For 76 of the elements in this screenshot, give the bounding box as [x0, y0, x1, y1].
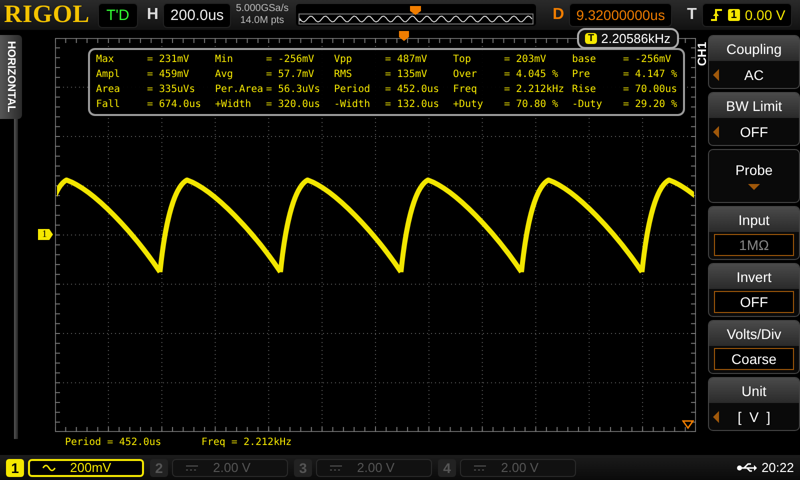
- timebase-value: 200.0us: [163, 2, 231, 28]
- horizontal-label: H: [146, 6, 158, 24]
- measurement-value: = 70.00us: [623, 83, 678, 97]
- menu-value: OFF: [714, 291, 794, 313]
- channel-tab[interactable]: CH1: [695, 42, 709, 66]
- measurement-value: = -256mV: [266, 53, 316, 67]
- measurement-name: +Width: [215, 98, 252, 112]
- measurement-name: Fall: [96, 98, 122, 112]
- brand-logo: RIGOL: [4, 1, 90, 29]
- measurement-value: = 459mV: [147, 68, 190, 82]
- measurement-readout: Period = 452.0us: [65, 437, 162, 448]
- measurement-name: RMS: [334, 68, 354, 82]
- menu-button[interactable]: BW Limit OFF: [708, 92, 800, 146]
- measurement-value: = 132.0us: [385, 98, 440, 112]
- trigger-level: 0.00 V: [744, 7, 786, 23]
- menu-button[interactable]: Invert OFF: [708, 263, 800, 317]
- measurement-name: Pre: [572, 68, 592, 82]
- delay-value: 9.32000000us: [569, 3, 672, 27]
- menu-button[interactable]: Volts/Div Coarse: [708, 320, 800, 374]
- measurement-name: Max: [96, 53, 116, 67]
- measurement-value: = 135mV: [385, 68, 428, 82]
- measurement-name: +Duty: [453, 98, 484, 112]
- down-arrow-icon: [748, 184, 760, 190]
- measurement-readout: Freq = 2.212kHz: [201, 437, 292, 448]
- side-tab[interactable]: HORIZONTAL: [0, 35, 22, 119]
- measurement-value: = 4.045 %: [504, 68, 560, 82]
- trigger-source: 1: [728, 9, 740, 21]
- delay-label: D: [552, 6, 564, 24]
- channel-button[interactable]: 1: [6, 458, 24, 476]
- measurement-value: = 2.212kHz: [504, 83, 566, 97]
- measurement-name: Per.Area: [215, 83, 264, 97]
- measurement-name: Freq: [453, 83, 478, 97]
- sample-rate: 5.000GSa/s: [236, 3, 289, 15]
- channel-scale[interactable]: 200mV: [28, 458, 144, 476]
- trigger-label: T: [686, 6, 697, 24]
- left-arrow-icon: [712, 126, 720, 138]
- menu-button[interactable]: Unit [ V ]: [708, 377, 800, 431]
- clock: 20:22: [761, 460, 794, 475]
- measurement-value: = 4.147 %: [623, 68, 678, 82]
- measurement-value: = 487mV: [385, 53, 428, 67]
- measurement-value: = 57.7mV: [266, 68, 316, 82]
- left-arrow-icon: [712, 411, 720, 423]
- measurement-value: = 320.0us: [266, 98, 322, 112]
- measurement-name: Over: [453, 68, 478, 82]
- menu-value: 1MΩ: [714, 234, 794, 256]
- measurement-value: = 674.0us: [147, 98, 202, 112]
- measurement-name: -Duty: [572, 98, 604, 112]
- measurement-value: = 335uVs: [147, 83, 196, 97]
- measurement-value: = 203mV: [504, 53, 548, 67]
- measurement-name: Vpp: [334, 53, 354, 67]
- menu-button[interactable]: Probe: [708, 149, 800, 203]
- menu-value: Coarse: [714, 348, 794, 370]
- measurement-value: = 56.3uVs: [266, 83, 322, 97]
- measurement-name: Period: [334, 83, 372, 97]
- measurement-name: Rise: [572, 83, 598, 97]
- measurement-value: = 452.0us: [385, 83, 440, 97]
- measurement-name: Area: [96, 83, 122, 97]
- trigger-level-icon: [682, 420, 694, 430]
- memory-depth: 14.0M pts: [239, 15, 286, 27]
- frequency-counter: T 2.20586kHz: [577, 28, 678, 49]
- measurement-name: Avg: [215, 68, 234, 82]
- usb-icon: [737, 462, 758, 474]
- trigger-status: T'D: [98, 2, 138, 28]
- measurement-name: Min: [215, 53, 234, 67]
- measurement-name: Ampl: [96, 68, 122, 82]
- measurement-name: Top: [453, 53, 472, 67]
- measurement-name: -Width: [334, 98, 372, 112]
- left-arrow-icon: [712, 69, 720, 81]
- measurement-value: = -256mV: [623, 53, 672, 67]
- measurement-value: = 231mV: [147, 53, 190, 67]
- measurement-value: = 70.80 %: [504, 98, 560, 112]
- menu-button[interactable]: Coupling AC: [708, 35, 800, 89]
- measurement-name: base: [572, 53, 598, 67]
- rising-edge-icon: [708, 7, 723, 23]
- measurement-value: = 29.20 %: [623, 98, 678, 112]
- channel-marker[interactable]: 1: [38, 229, 53, 240]
